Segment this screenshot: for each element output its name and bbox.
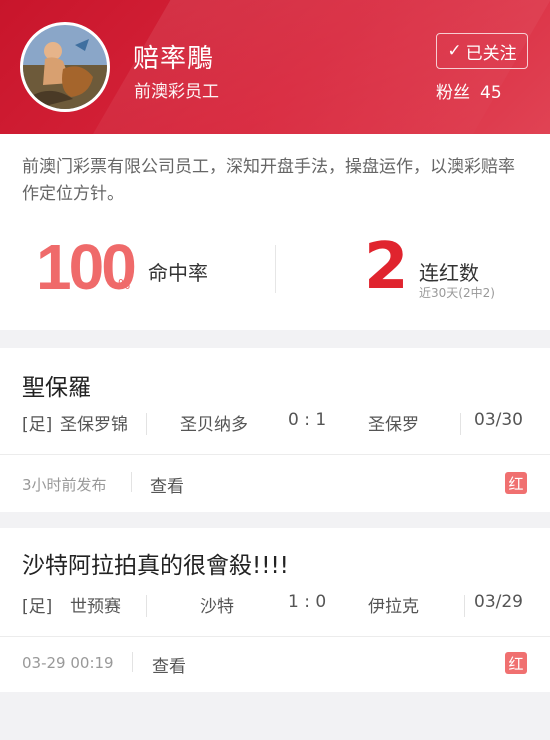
away-team: 伊拉克 bbox=[368, 597, 419, 617]
post-title[interactable]: 沙特阿拉拍真的很會殺!!!! bbox=[22, 546, 289, 580]
fans-count: 粉丝 45 bbox=[436, 78, 502, 103]
match-row: [足] 世预赛 沙特 1 : 0 伊拉克 03/29 bbox=[22, 592, 528, 622]
post-title[interactable]: 聖保羅 bbox=[22, 368, 91, 402]
result-badge: 红 bbox=[505, 652, 527, 674]
result-badge: 红 bbox=[505, 472, 527, 494]
home-team: 沙特 bbox=[200, 597, 234, 617]
streak-label: 连红数 bbox=[419, 261, 479, 285]
post-card[interactable]: 聖保羅 [足] 圣保罗锦 圣贝纳多 0 : 1 圣保罗 03/30 3小时前发布… bbox=[0, 348, 550, 512]
follow-label: 已关注 bbox=[465, 43, 517, 64]
row-divider bbox=[464, 595, 465, 617]
match-score: 0 : 1 bbox=[288, 410, 327, 430]
followed-button[interactable]: ✓ 已关注 bbox=[436, 33, 528, 69]
post-time: 03-29 00:19 bbox=[22, 654, 114, 672]
league-name: 圣保罗锦 bbox=[60, 415, 128, 435]
away-team: 圣保罗 bbox=[368, 415, 419, 435]
hit-rate-label: 命中率 bbox=[148, 261, 208, 285]
stats-divider bbox=[275, 245, 276, 293]
row-divider bbox=[460, 413, 461, 435]
post-time: 3小时前发布 bbox=[22, 476, 107, 494]
fans-number: 45 bbox=[480, 83, 502, 103]
bio-text: 前澳门彩票有限公司员工，深知开盘手法，操盘运作，以澳彩赔率作定位方针。 bbox=[22, 157, 515, 204]
meta-divider bbox=[132, 652, 133, 672]
meta-divider bbox=[131, 472, 132, 492]
username: 赔率鵰 bbox=[133, 44, 215, 74]
league-name: 世预赛 bbox=[70, 597, 121, 617]
match-row: [足] 圣保罗锦 圣贝纳多 0 : 1 圣保罗 03/30 bbox=[22, 410, 528, 440]
profile-header: 赔率鵰 前澳彩员工 ✓ 已关注 粉丝 45 bbox=[0, 0, 550, 134]
post-card[interactable]: 沙特阿拉拍真的很會殺!!!! [足] 世预赛 沙特 1 : 0 伊拉克 03/2… bbox=[0, 528, 550, 692]
row-divider bbox=[146, 595, 147, 617]
sport-tag: [足] bbox=[22, 415, 53, 435]
home-team: 圣贝纳多 bbox=[180, 415, 248, 435]
user-role: 前澳彩员工 bbox=[134, 82, 219, 102]
avatar-image bbox=[23, 25, 107, 109]
card-divider bbox=[0, 636, 550, 637]
check-icon: ✓ bbox=[447, 41, 462, 61]
fans-label: 粉丝 bbox=[436, 83, 470, 103]
view-link[interactable]: 查看 bbox=[152, 652, 186, 677]
match-score: 1 : 0 bbox=[288, 592, 327, 612]
match-date: 03/29 bbox=[474, 592, 523, 612]
view-link[interactable]: 查看 bbox=[150, 472, 184, 497]
avatar[interactable] bbox=[20, 22, 110, 112]
streak-subtext: 近30天(2中2) bbox=[419, 286, 495, 300]
match-date: 03/30 bbox=[474, 410, 523, 430]
card-divider bbox=[0, 454, 550, 455]
streak-value: 2 bbox=[364, 230, 409, 304]
row-divider bbox=[146, 413, 147, 435]
sport-tag: [足] bbox=[22, 597, 53, 617]
hit-rate-unit: % bbox=[118, 278, 131, 293]
